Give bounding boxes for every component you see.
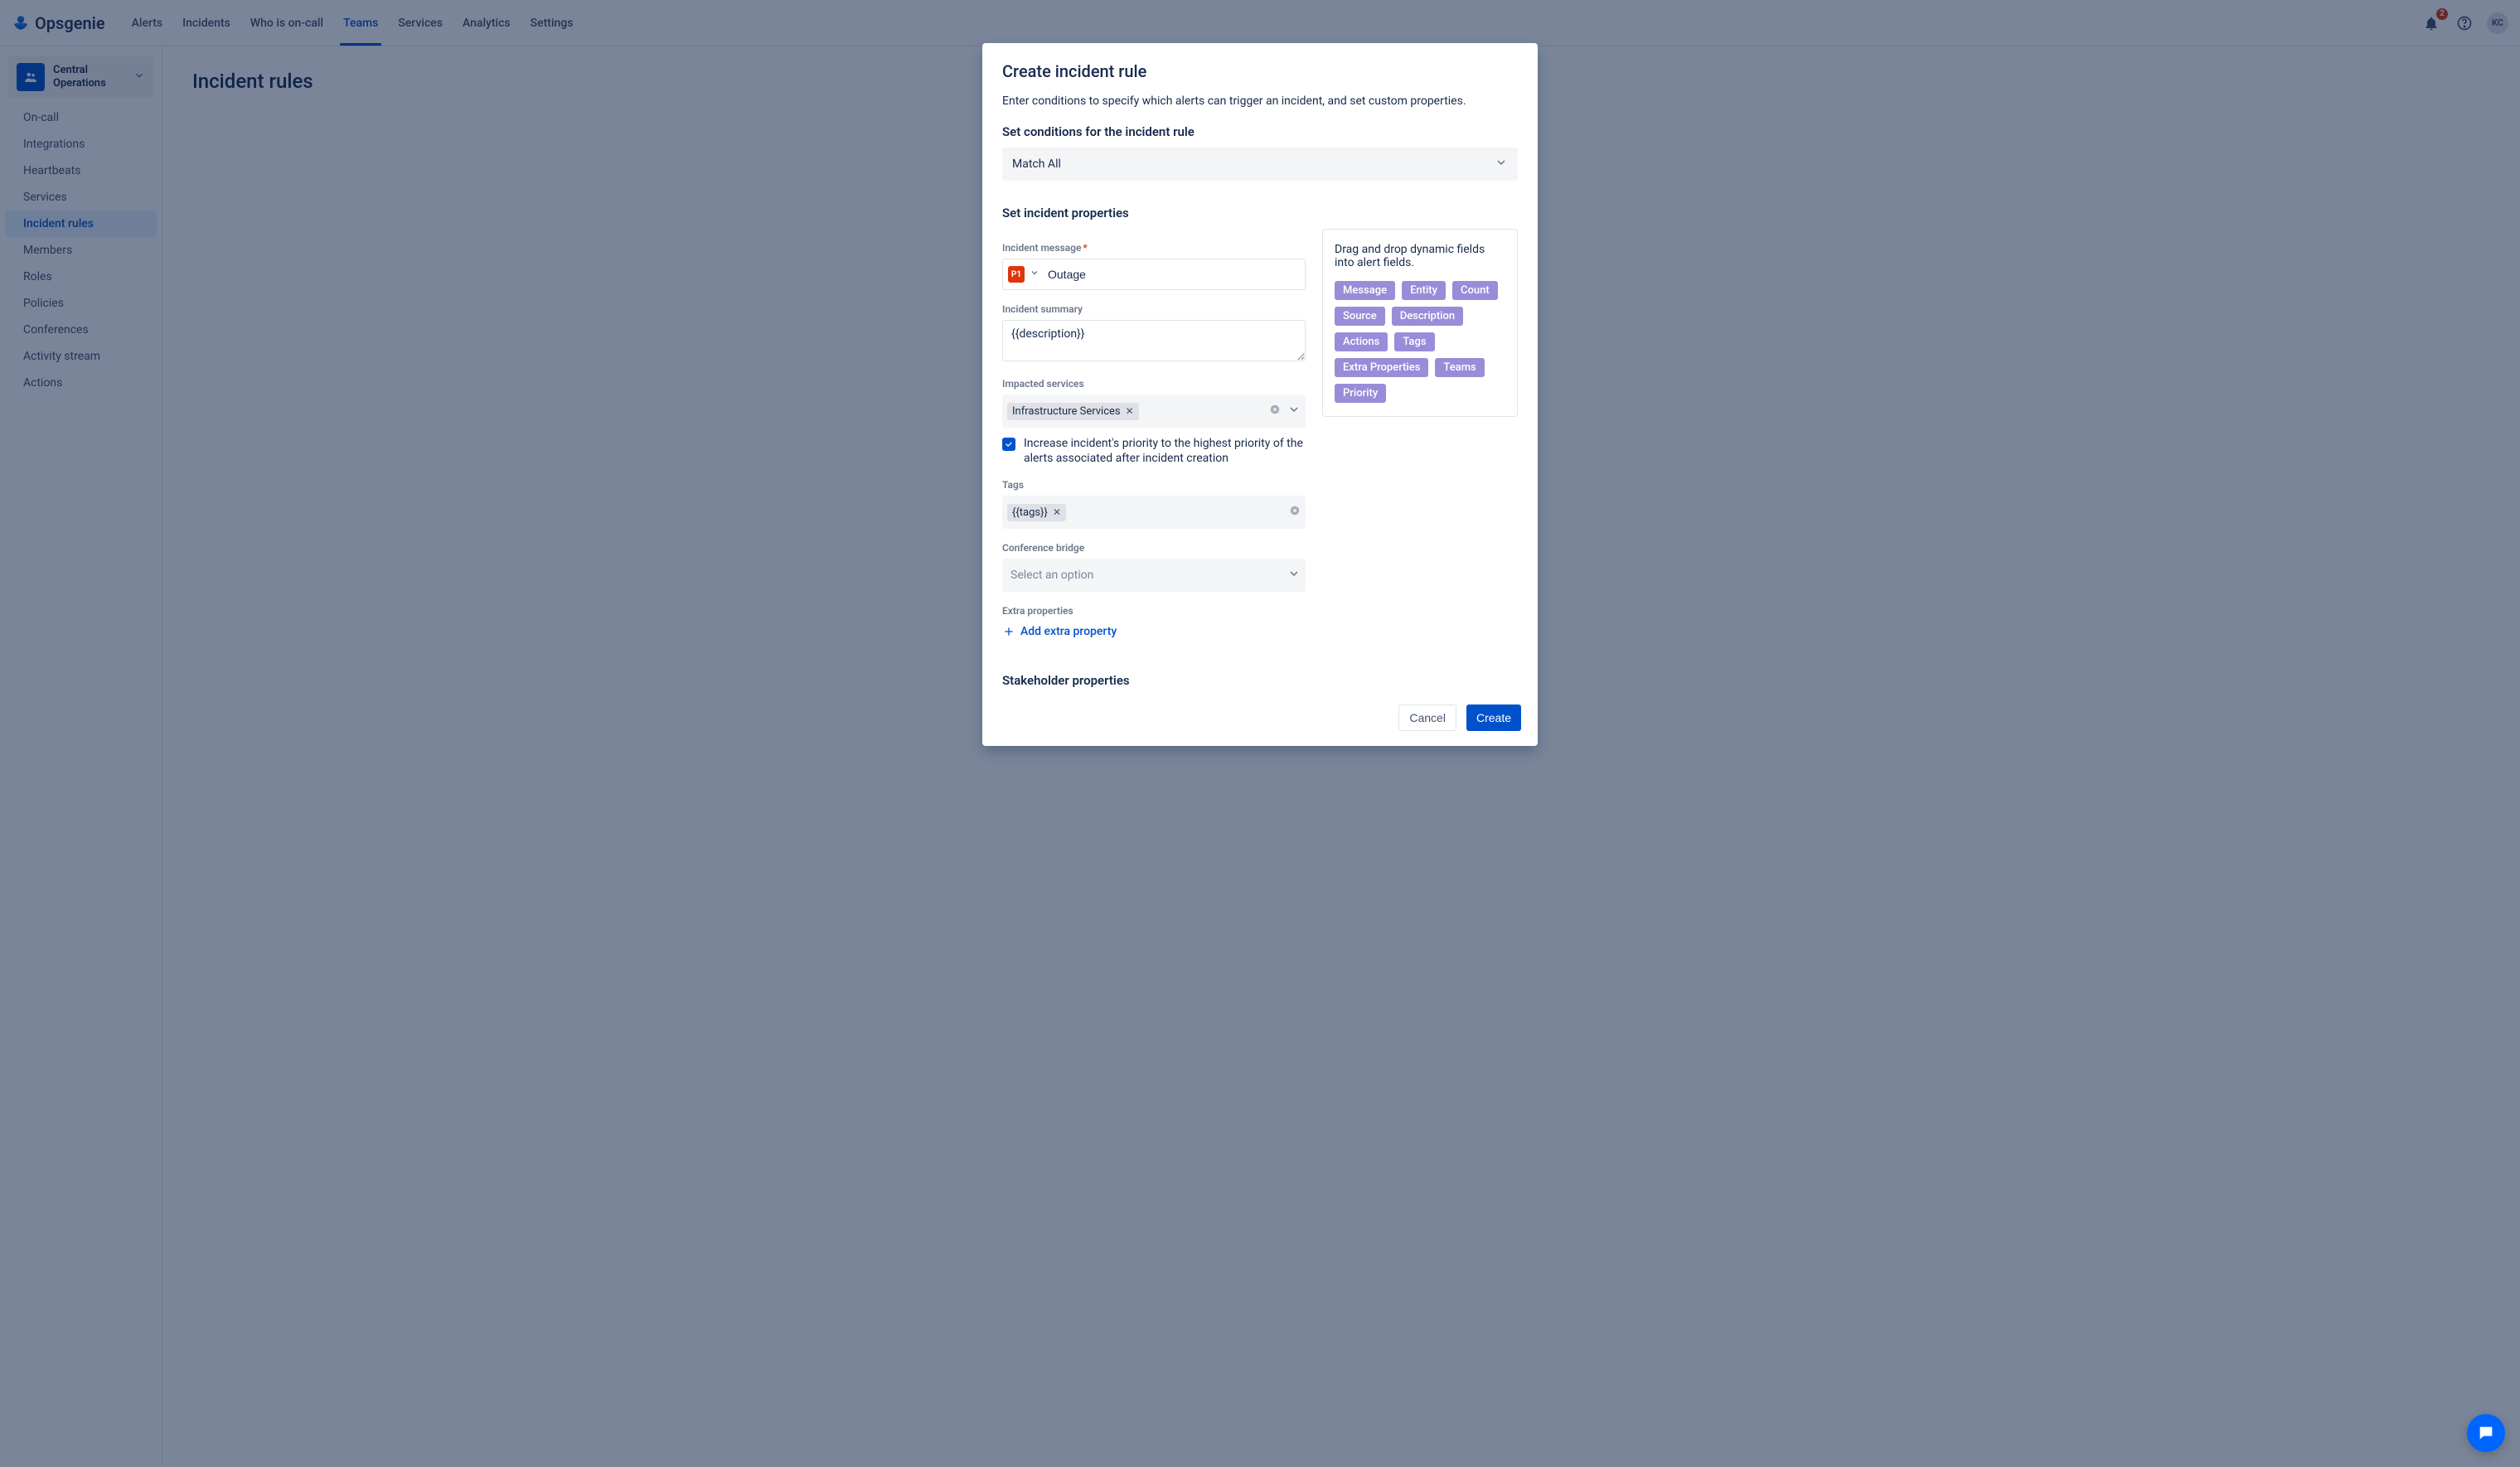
dyn-field-actions[interactable]: Actions xyxy=(1335,332,1388,351)
remove-tag-icon[interactable]: ✕ xyxy=(1126,405,1134,417)
extra-properties-label: Extra properties xyxy=(1002,605,1306,617)
plus-icon xyxy=(1002,625,1015,638)
add-extra-property-label: Add extra property xyxy=(1020,625,1117,638)
increase-priority-label: Increase incident's priority to the high… xyxy=(1024,436,1306,466)
priority-dropdown[interactable] xyxy=(1030,268,1040,281)
dyn-field-source[interactable]: Source xyxy=(1335,307,1385,326)
dyn-field-priority[interactable]: Priority xyxy=(1335,384,1386,403)
stakeholder-section-title: Stakeholder properties xyxy=(1002,673,1306,688)
match-value: Match All xyxy=(1012,157,1061,171)
dynamic-fields-panel: Drag and drop dynamic fields into alert … xyxy=(1322,229,1518,417)
chevron-down-icon[interactable] xyxy=(1287,567,1301,583)
tag-chip-label: {{tags}} xyxy=(1012,506,1048,519)
incident-summary-label: Incident summary xyxy=(1002,303,1306,315)
clear-tags-icon[interactable] xyxy=(1289,505,1301,520)
clear-services-icon[interactable] xyxy=(1269,404,1281,419)
service-tag-label: Infrastructure Services xyxy=(1012,405,1121,418)
dyn-field-message[interactable]: Message xyxy=(1335,281,1395,300)
incident-message-row: P1 xyxy=(1002,259,1306,290)
chevron-down-icon[interactable] xyxy=(1287,403,1301,419)
priority-badge[interactable]: P1 xyxy=(1008,266,1025,283)
dynamic-fields-hint: Drag and drop dynamic fields into alert … xyxy=(1335,243,1505,269)
remove-tag-icon[interactable]: ✕ xyxy=(1053,506,1061,518)
add-extra-property-button[interactable]: Add extra property xyxy=(1002,625,1117,638)
dyn-field-extra[interactable]: Extra Properties xyxy=(1335,358,1428,377)
tags-select[interactable]: {{tags}} ✕ xyxy=(1002,496,1306,529)
conditions-section-title: Set conditions for the incident rule xyxy=(1002,124,1518,139)
conference-bridge-placeholder: Select an option xyxy=(1007,569,1097,582)
incident-message-input[interactable] xyxy=(1044,268,1300,281)
modal-hint: Enter conditions to specify which alerts… xyxy=(1002,94,1518,108)
conference-bridge-select[interactable]: Select an option xyxy=(1002,559,1306,592)
incident-summary-textarea[interactable] xyxy=(1002,320,1306,361)
impacted-services-label: Impacted services xyxy=(1002,378,1306,390)
dyn-field-entity[interactable]: Entity xyxy=(1402,281,1446,300)
service-tag: Infrastructure Services ✕ xyxy=(1007,403,1139,420)
chevron-down-icon xyxy=(1030,268,1040,278)
dyn-field-description[interactable]: Description xyxy=(1392,307,1463,326)
chat-launcher[interactable] xyxy=(2467,1414,2505,1452)
create-incident-rule-modal: Create incident rule Enter conditions to… xyxy=(982,43,1538,746)
cancel-button[interactable]: Cancel xyxy=(1398,704,1456,731)
check-icon xyxy=(1005,440,1013,448)
dyn-field-count[interactable]: Count xyxy=(1452,281,1498,300)
properties-section-title: Set incident properties xyxy=(1002,206,1518,220)
chat-icon xyxy=(2477,1424,2495,1442)
increase-priority-checkbox[interactable] xyxy=(1002,438,1015,451)
modal-title: Create incident rule xyxy=(1002,61,1518,81)
match-select[interactable]: Match All xyxy=(1002,148,1518,181)
impacted-services-select[interactable]: Infrastructure Services ✕ xyxy=(1002,395,1306,428)
create-button[interactable]: Create xyxy=(1466,704,1521,731)
tag-chip: {{tags}} ✕ xyxy=(1007,504,1066,521)
dyn-field-teams[interactable]: Teams xyxy=(1435,358,1484,377)
dyn-field-tags[interactable]: Tags xyxy=(1394,332,1434,351)
conference-bridge-label: Conference bridge xyxy=(1002,542,1306,554)
chevron-down-icon xyxy=(1495,156,1508,172)
tags-label: Tags xyxy=(1002,479,1306,491)
incident-message-label: Incident message* xyxy=(1002,242,1306,254)
